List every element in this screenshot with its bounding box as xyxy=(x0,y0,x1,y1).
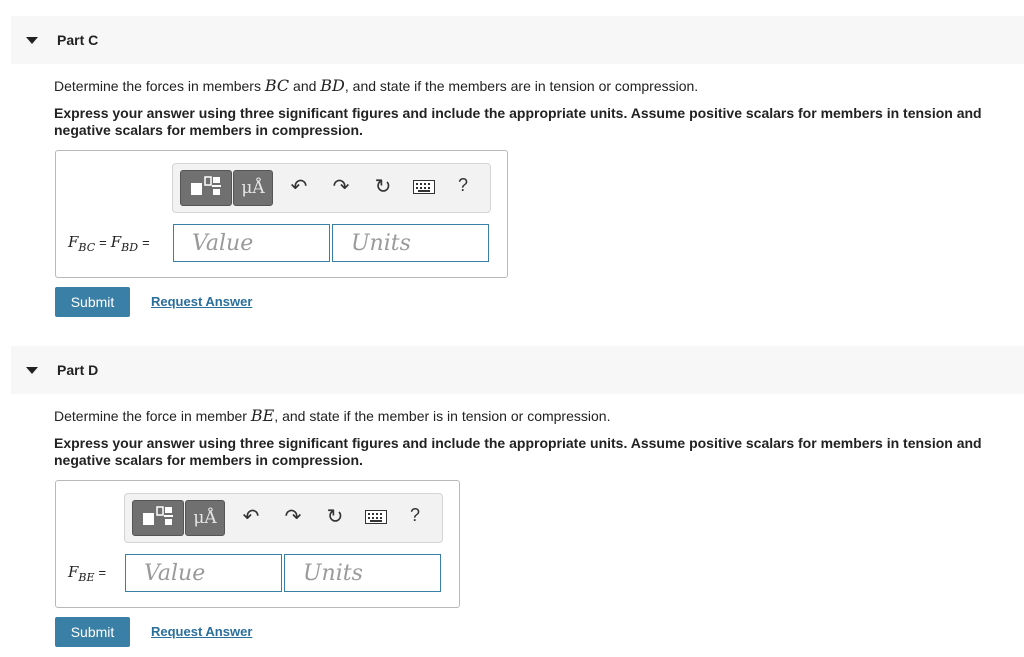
templates-button[interactable] xyxy=(132,500,184,536)
prompt-text: and xyxy=(289,78,321,94)
submit-button[interactable]: Submit xyxy=(55,287,130,317)
reset-icon[interactable]: ↻ xyxy=(370,174,396,199)
member-var: BD xyxy=(320,76,345,95)
prompt-text: , and state if the members are in tensio… xyxy=(344,78,699,94)
keyboard-icon[interactable] xyxy=(413,180,435,194)
units-input[interactable]: Units xyxy=(332,224,489,262)
units-icon: μÅ xyxy=(193,508,217,528)
collapse-caret-icon[interactable] xyxy=(26,367,38,374)
help-icon[interactable]: ? xyxy=(458,175,468,196)
part-title: Part C xyxy=(57,32,99,48)
member-var: BC xyxy=(264,76,290,95)
force-subscript: BC xyxy=(78,241,96,254)
help-icon[interactable]: ? xyxy=(410,505,420,526)
redo-icon[interactable]: ↷ xyxy=(280,504,306,529)
force-symbol: F xyxy=(68,563,79,581)
equals-sign: = xyxy=(142,235,150,250)
instructions: Express your answer using three signific… xyxy=(54,435,982,468)
undo-icon[interactable]: ↶ xyxy=(238,504,264,529)
instructions: Express your answer using three signific… xyxy=(54,105,982,138)
collapse-caret-icon[interactable] xyxy=(26,37,38,44)
equals-sign: = xyxy=(98,565,107,580)
submit-button[interactable]: Submit xyxy=(55,617,130,647)
question-prompt: Determine the force in member BE, and st… xyxy=(54,406,610,425)
part-title: Part D xyxy=(57,362,99,378)
units-button[interactable]: μÅ xyxy=(185,500,225,536)
equals-sign: = xyxy=(99,235,107,250)
undo-icon[interactable]: ↶ xyxy=(286,174,312,199)
units-input[interactable]: Units xyxy=(284,554,441,592)
templates-icon xyxy=(143,506,173,525)
answer-box: μÅ ↶ ↷ ↻ ? FBC = FBD = Value Units xyxy=(55,150,508,278)
part-c-header[interactable]: Part C xyxy=(11,16,1024,64)
request-answer-link[interactable]: Request Answer xyxy=(151,294,252,309)
equation-lhs: FBE = xyxy=(68,563,110,584)
force-symbol: F xyxy=(110,233,122,251)
force-subscript: BD xyxy=(121,241,139,254)
answer-box: μÅ ↶ ↷ ↻ ? FBE = Value Units xyxy=(55,480,460,608)
units-button[interactable]: μÅ xyxy=(233,170,273,206)
keyboard-icon[interactable] xyxy=(365,510,387,524)
reset-icon[interactable]: ↻ xyxy=(322,504,348,529)
math-toolbar: μÅ ↶ ↷ ↻ ? xyxy=(172,163,491,213)
math-toolbar: μÅ ↶ ↷ ↻ ? xyxy=(124,493,443,543)
prompt-text: Determine the forces in members xyxy=(54,78,265,94)
member-var: BE xyxy=(250,406,275,425)
prompt-text: , and state if the member is in tension … xyxy=(274,408,611,424)
force-symbol: F xyxy=(68,233,79,251)
units-icon: μÅ xyxy=(241,178,265,198)
redo-icon[interactable]: ↷ xyxy=(328,174,354,199)
part-d-header[interactable]: Part D xyxy=(11,346,1024,394)
templates-button[interactable] xyxy=(180,170,232,206)
request-answer-link[interactable]: Request Answer xyxy=(151,624,252,639)
templates-icon xyxy=(191,176,221,195)
equation-lhs: FBC = FBD = xyxy=(68,233,154,254)
force-subscript: BE xyxy=(78,571,95,584)
prompt-text: Determine the force in member xyxy=(54,408,251,424)
question-prompt: Determine the forces in members BC and B… xyxy=(54,76,698,95)
value-input[interactable]: Value xyxy=(125,554,282,592)
value-input[interactable]: Value xyxy=(173,224,330,262)
